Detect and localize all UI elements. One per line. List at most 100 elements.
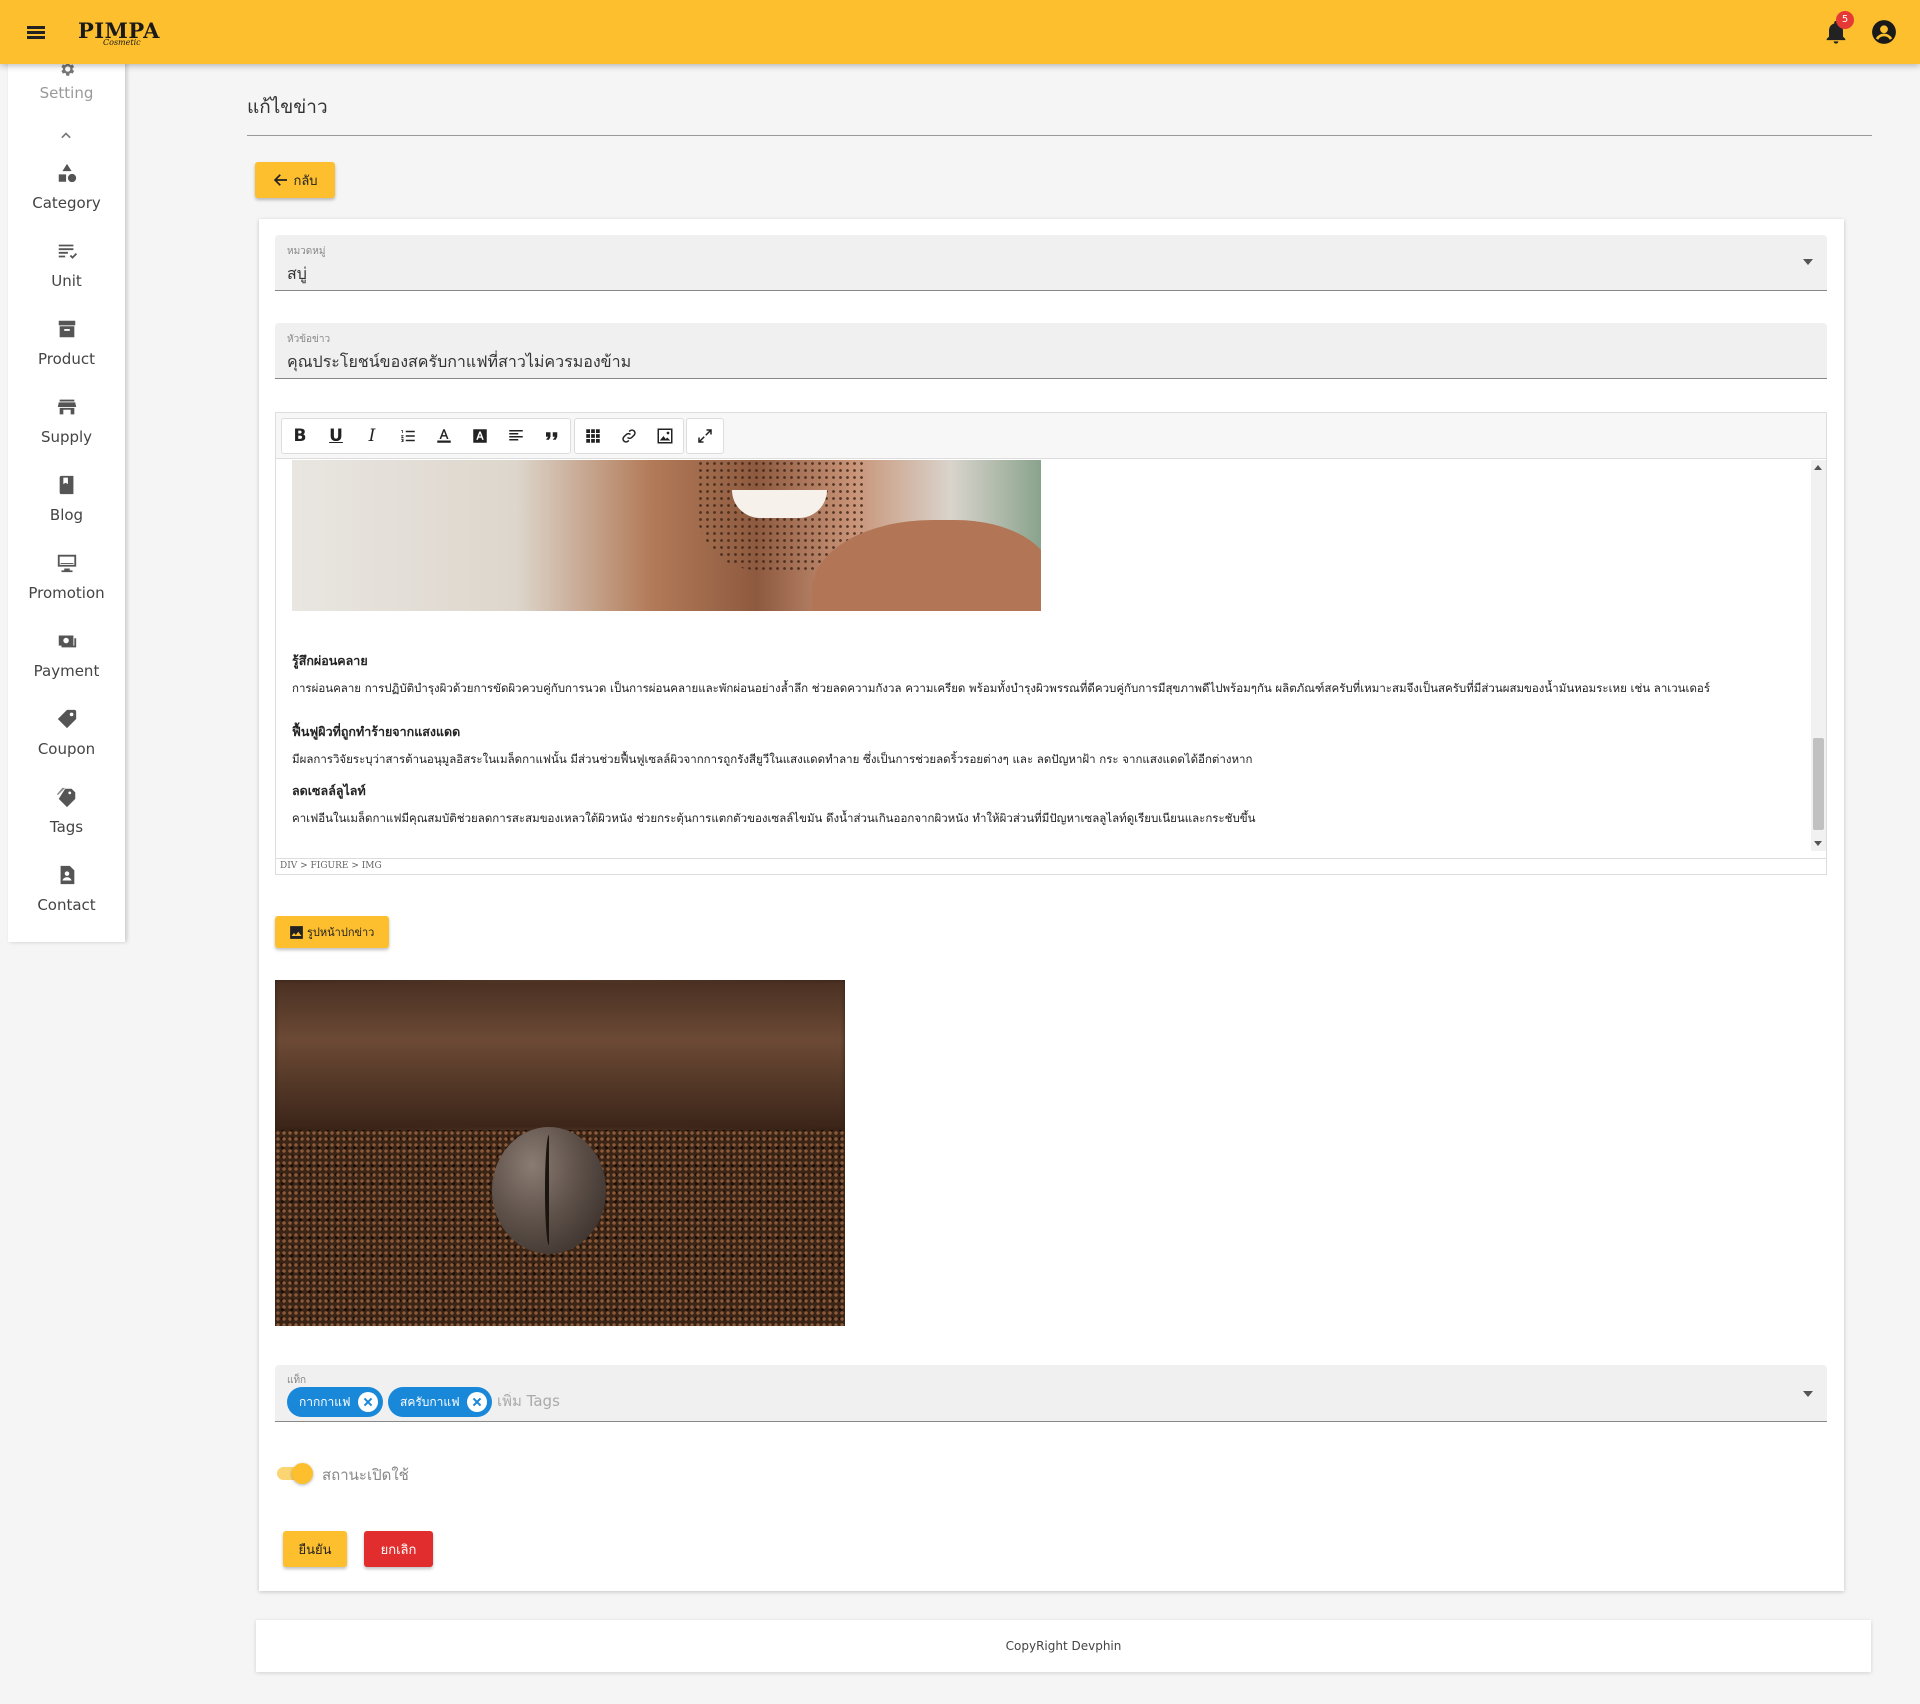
sidebar-item-tags[interactable]: Tags xyxy=(8,786,125,836)
list-check-icon xyxy=(58,244,77,259)
tag-chip-label: สครับกาแฟ xyxy=(400,1394,460,1409)
align-button[interactable] xyxy=(498,419,534,453)
dropdown-caret-icon[interactable] xyxy=(1803,259,1813,265)
tags-label: แท็ก xyxy=(287,1375,307,1386)
tag-chip[interactable]: กากกาแฟ xyxy=(287,1387,383,1417)
book-icon xyxy=(59,475,73,495)
image-button[interactable] xyxy=(647,419,683,453)
notification-badge: 5 xyxy=(1836,11,1854,29)
cover-image-button-label: รูปหน้าปกข่าว xyxy=(307,926,375,939)
scroll-up-arrow-icon[interactable] xyxy=(1814,465,1822,470)
format-group: B U I xyxy=(281,418,571,454)
highlight-button[interactable] xyxy=(462,419,498,453)
editor-toolbar: B U I xyxy=(276,413,1826,459)
underline-button[interactable]: U xyxy=(318,419,354,453)
dropdown-caret-icon[interactable] xyxy=(1803,1391,1813,1397)
fullscreen-button[interactable] xyxy=(687,419,723,453)
headline-value[interactable]: คุณประโยชน์ของสครับกาแฟที่สาวไม่ควรมองข้… xyxy=(287,350,631,375)
sidebar-item-promotion[interactable]: Promotion xyxy=(8,552,125,602)
section-body: การผ่อนคลาย การปฏิบัติบำรุงผิวด้วยการขัด… xyxy=(292,681,1711,695)
sidebar-item-label: Contact xyxy=(37,896,96,914)
chevron-up-icon[interactable] xyxy=(56,126,76,146)
sidebar-item-blog[interactable]: Blog xyxy=(8,474,125,524)
tags-icon xyxy=(56,787,75,808)
font-color-icon xyxy=(437,429,451,443)
sidebar-item-label: Setting xyxy=(39,84,94,102)
close-circle-icon[interactable] xyxy=(466,1392,487,1412)
category-select[interactable]: หมวดหมู่ สบู่ xyxy=(275,235,1827,291)
view-group xyxy=(686,418,724,454)
sidebar-item-payment[interactable]: Payment xyxy=(8,630,125,680)
money-icon xyxy=(58,635,76,648)
section-heading: ลดเซลล์ลูไลท์ xyxy=(292,783,366,798)
sidebar-item-label: Blog xyxy=(49,506,84,524)
ordered-list-button[interactable] xyxy=(390,419,426,453)
photo-icon xyxy=(290,925,303,939)
tag-chip[interactable]: สครับกาแฟ xyxy=(388,1387,492,1417)
table-button[interactable] xyxy=(575,419,611,453)
sidebar-item-label: Unit xyxy=(51,272,82,290)
menu-icon[interactable] xyxy=(22,18,50,46)
section-heading: รู้สึกผ่อนคลาย xyxy=(292,653,368,668)
title-divider xyxy=(247,135,1872,136)
status-label: สถานะเปิดใช้ xyxy=(322,1466,409,1484)
contact-icon xyxy=(60,865,74,885)
toggle-thumb xyxy=(292,1463,313,1484)
monitor-icon xyxy=(57,554,76,573)
sidebar-item-setting[interactable]: Setting xyxy=(8,60,125,102)
sidebar-item-label: Supply xyxy=(40,428,93,446)
status-toggle[interactable] xyxy=(275,1462,315,1484)
sidebar-item-supply[interactable]: Supply xyxy=(8,396,125,446)
image-icon xyxy=(657,428,673,444)
section-body: คาเฟอีนในเมล็ดกาแฟมีคุณสมบัติช่วยลดการสะ… xyxy=(292,811,1256,825)
back-button-label: กลับ xyxy=(293,173,318,189)
insert-group xyxy=(574,418,684,454)
font-color-button[interactable] xyxy=(426,419,462,453)
sidebar-item-label: Product xyxy=(38,350,95,368)
coffee-bean-crease xyxy=(545,1135,553,1245)
editor-content[interactable]: รู้สึกผ่อนคลาย การผ่อนคลาย การปฏิบัติบำร… xyxy=(276,460,1811,851)
headline-field[interactable]: หัวข้อข่าว คุณประโยชน์ของสครับกาแฟที่สาว… xyxy=(275,323,1827,379)
scroll-down-arrow-icon[interactable] xyxy=(1814,841,1822,846)
category-value: สบู่ xyxy=(287,264,307,283)
article-inline-image[interactable] xyxy=(292,460,1041,611)
arrow-left-icon xyxy=(274,174,288,186)
shapes-icon xyxy=(58,163,76,183)
sidebar-item-category[interactable]: Category xyxy=(8,162,125,212)
sidebar-item-label: Tags xyxy=(49,818,84,836)
headline-label: หัวข้อข่าว xyxy=(287,334,331,345)
page-title: แก้ไขข่าว xyxy=(247,96,328,118)
cover-image-preview xyxy=(275,980,845,1326)
editor-scrollbar[interactable] xyxy=(1811,460,1826,851)
sidebar-item-contact[interactable]: Contact xyxy=(8,864,125,914)
back-button[interactable]: กลับ xyxy=(255,162,335,198)
blockquote-button[interactable] xyxy=(534,419,570,453)
close-circle-icon[interactable] xyxy=(357,1392,378,1412)
sidebar-item-product[interactable]: Product xyxy=(8,318,125,368)
footer: CopyRight Devphin xyxy=(256,1620,1871,1672)
category-label: หมวดหมู่ xyxy=(287,246,326,257)
scroll-thumb[interactable] xyxy=(1813,738,1824,830)
cover-image-button[interactable]: รูปหน้าปกข่าว xyxy=(275,916,389,948)
italic-button[interactable]: I xyxy=(354,419,390,453)
section-body: มีผลการวิจัยระบุว่าสารต้านอนุมูลอิสระในเ… xyxy=(292,752,1253,766)
archive-icon xyxy=(58,320,75,338)
tags-input[interactable] xyxy=(497,1392,897,1410)
account-icon[interactable] xyxy=(1871,19,1897,45)
sidebar-item-label: Payment xyxy=(33,662,100,680)
sidebar-item-coupon[interactable]: Coupon xyxy=(8,708,125,758)
image-texture xyxy=(275,980,845,1130)
tags-field[interactable]: แท็ก กากกาแฟ สครับกาแฟ xyxy=(275,1365,1827,1422)
align-left-icon xyxy=(509,430,523,441)
tag-icon xyxy=(57,709,76,729)
sidebar: Setting Category Unit Product Supply Blo… xyxy=(8,54,125,942)
tag-chip-label: กากกาแฟ xyxy=(299,1394,351,1409)
sidebar-item-label: Promotion xyxy=(28,584,105,602)
bold-button[interactable]: B xyxy=(282,419,318,453)
cancel-button[interactable]: ยกเลิก xyxy=(364,1531,433,1567)
confirm-button[interactable]: ยืนยัน xyxy=(283,1531,347,1567)
rich-text-editor: B U I รู้สึกผ่อนคลาย การผ่อนคลาย การปฏิบ… xyxy=(275,412,1827,875)
sidebar-item-unit[interactable]: Unit xyxy=(8,240,125,290)
quote-icon xyxy=(546,432,558,440)
link-button[interactable] xyxy=(611,419,647,453)
